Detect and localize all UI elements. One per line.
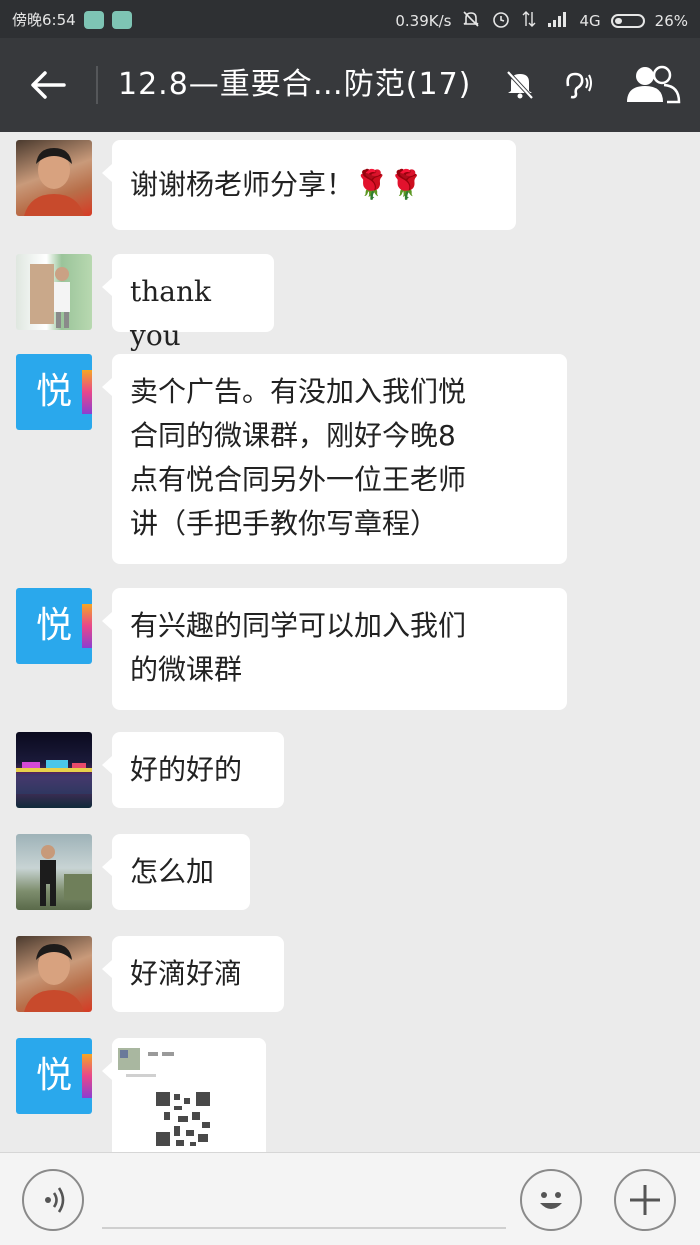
chat-header: 12.8—重要合…防范(17) <box>0 38 700 132</box>
message-bubble[interactable]: 有兴趣的同学可以加入我们 的微课群 <box>102 588 567 710</box>
message-row: 悦 有兴趣的同学可以加入我们 的微课群 <box>0 588 700 710</box>
message-bubble[interactable]: 卖个广告。有没加入我们悦 合同的微课群，刚好今晚8 点有悦合同另外一位王老师 讲… <box>102 354 567 564</box>
qr-code-card-image <box>112 1038 266 1152</box>
message-text-line: 有兴趣的同学可以加入我们 <box>130 609 467 642</box>
message-text-line: 点有悦合同另外一位王老师 <box>130 463 467 496</box>
message-text-line: 合同的微课群，刚好今晚8 <box>130 419 456 452</box>
network-speed: 0.39K/s <box>395 12 452 30</box>
message-row: 悦 <box>0 1038 700 1152</box>
message-text-line: 的微课群 <box>130 653 243 686</box>
alarm-icon <box>491 9 511 33</box>
avatar-yue-logo[interactable]: 悦 <box>16 588 92 664</box>
chat-input-bar <box>0 1152 700 1245</box>
voice-icon <box>45 1187 65 1213</box>
logo-text: 悦 <box>35 371 72 412</box>
bell-off-icon <box>461 9 481 33</box>
message-text: 好滴好滴 <box>130 957 243 990</box>
emoji-button[interactable] <box>520 1169 582 1231</box>
avatar[interactable] <box>16 732 92 808</box>
avatar-yue-logo[interactable]: 悦 <box>16 1038 92 1114</box>
message-bubble[interactable]: 好的好的 <box>102 732 284 808</box>
message-bubble[interactable]: thank you <box>102 254 274 352</box>
back-button[interactable] <box>28 68 68 102</box>
signal-icon <box>547 10 569 32</box>
message-text: thank you <box>130 275 211 352</box>
message-text-line: 卖个广告。有没加入我们悦 <box>130 375 467 408</box>
group-members-icon[interactable] <box>624 64 682 104</box>
arrow-left-icon <box>31 71 66 99</box>
avatar[interactable] <box>16 834 92 910</box>
chat-title[interactable]: 12.8—重要合…防范(17) <box>118 64 471 106</box>
earpiece-icon[interactable] <box>558 66 594 102</box>
data-transfer-icon <box>521 9 537 33</box>
status-time: 傍晚6:54 <box>12 11 76 29</box>
message-bubble[interactable]: 怎么加 <box>102 834 250 910</box>
message-text: 好的好的 <box>130 753 243 786</box>
avatar-yue-logo[interactable]: 悦 <box>16 354 92 430</box>
voice-input-button[interactable] <box>22 1169 84 1231</box>
header-divider <box>96 66 98 104</box>
logo-text: 悦 <box>35 1055 72 1096</box>
emoji-icon <box>540 1192 562 1209</box>
plus-icon <box>630 1185 660 1215</box>
message-text: 谢谢杨老师分享！🌹🌹 <box>130 168 424 201</box>
logo-text: 悦 <box>35 605 72 646</box>
battery-level: 26% <box>654 12 688 30</box>
avatar[interactable] <box>16 254 92 330</box>
avatar[interactable] <box>16 936 92 1012</box>
more-options-button[interactable] <box>614 1169 676 1231</box>
avatar[interactable] <box>16 140 92 216</box>
message-bubble[interactable]: 好滴好滴 <box>102 936 284 1012</box>
qr-code-image-message[interactable] <box>102 1038 266 1152</box>
chat-message-list[interactable]: 谢谢杨老师分享！🌹🌹 thank you 悦 卖个广告。有没加入我们悦 合同的微… <box>0 132 700 1152</box>
network-type: 4G <box>579 12 601 30</box>
notification-app-icon <box>83 10 104 29</box>
message-input[interactable] <box>102 1227 506 1229</box>
message-bubble[interactable]: 谢谢杨老师分享！🌹🌹 <box>102 140 516 230</box>
message-row: 悦 卖个广告。有没加入我们悦 合同的微课群，刚好今晚8 点有悦合同另外一位王老师… <box>0 354 700 564</box>
mute-icon[interactable] <box>502 66 538 102</box>
battery-icon <box>610 14 645 28</box>
message-text: 怎么加 <box>130 855 215 888</box>
status-bar: 傍晚6:54 0.39K/s 4G 26% <box>0 0 700 38</box>
message-text-line: 讲（手把手教你写章程） <box>130 507 439 540</box>
notification-app-icon <box>111 10 132 29</box>
